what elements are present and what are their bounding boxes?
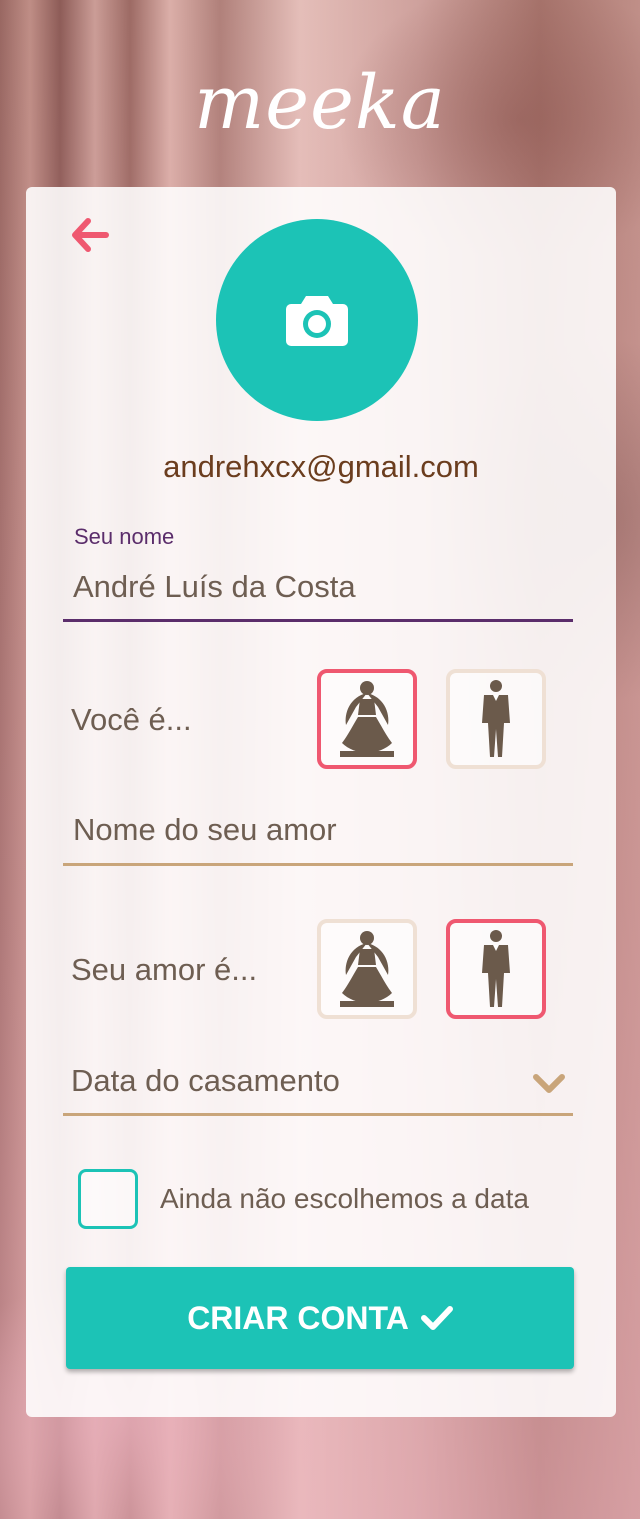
wedding-date-field[interactable]: Data do casamento: [71, 1063, 340, 1099]
love-name-underline: [63, 863, 573, 866]
no-date-label: Ainda não escolhemos a data: [160, 1183, 529, 1214]
account-email: andrehxcx@gmail.com: [163, 449, 479, 484]
name-field-label: Seu nome: [74, 524, 175, 549]
bride-icon: [340, 681, 394, 757]
no-date-checkbox[interactable]: [78, 1169, 138, 1229]
love-name-field[interactable]: [63, 807, 583, 853]
love-is-bride-option[interactable]: [317, 919, 417, 1019]
love-is-groom-option[interactable]: [446, 919, 546, 1019]
groom-icon: [482, 680, 510, 757]
back-arrow-icon: [72, 218, 109, 252]
create-account-button[interactable]: CRIAR CONTA: [66, 1267, 574, 1369]
groom-icon: [482, 930, 510, 1007]
chevron-down-icon[interactable]: [531, 1072, 567, 1096]
you-are-groom-option[interactable]: [446, 669, 546, 769]
wedding-date-underline: [63, 1113, 573, 1116]
back-button[interactable]: [70, 215, 110, 255]
name-field-underline: [63, 619, 573, 622]
signup-card: andrehxcx@gmail.com Seu nome Você é... S…: [26, 187, 616, 1417]
check-icon: [420, 1306, 453, 1330]
love-is-label: Seu amor é...: [71, 952, 258, 987]
you-are-bride-option[interactable]: [317, 669, 417, 769]
app-logo: meeka: [194, 60, 446, 146]
bride-icon: [340, 931, 394, 1007]
profile-photo-button[interactable]: [216, 219, 418, 421]
name-field[interactable]: [63, 565, 583, 609]
camera-icon: [286, 296, 348, 346]
you-are-label: Você é...: [71, 702, 192, 737]
create-account-label: CRIAR CONTA: [187, 1299, 409, 1336]
